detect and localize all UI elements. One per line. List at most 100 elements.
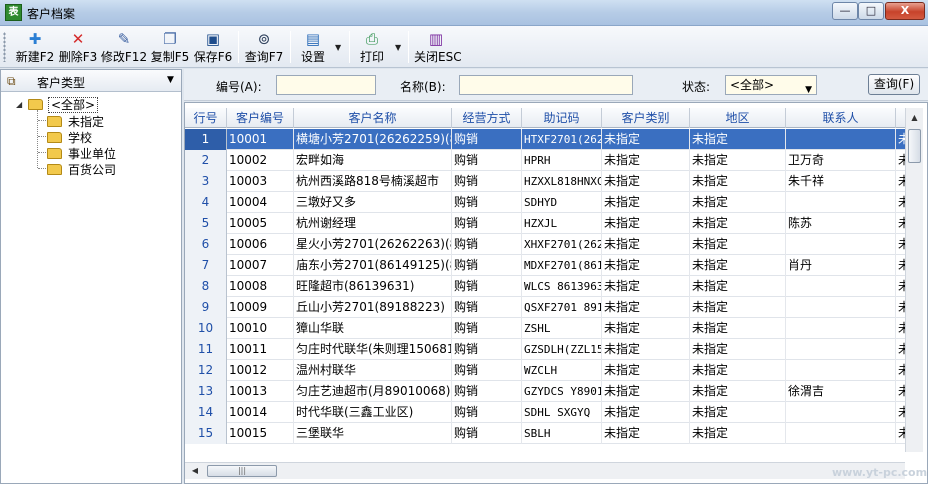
- table-row[interactable]: 8 10008 旺隆超市(86139631) 购销 WLCS 86139631 未指定 未指…: [185, 276, 908, 297]
- cell-business-mode: 购销: [452, 360, 522, 381]
- cell-row-number: 15: [185, 423, 227, 444]
- table-row[interactable]: 9 10009 丘山小芳2701(89188223) 购销 QSXF2701 8918 未…: [185, 297, 908, 318]
- close-button-label: 关闭ESC: [414, 50, 462, 64]
- tree-node-all[interactable]: <全部>: [28, 96, 99, 113]
- close-button[interactable]: ▥ 关闭ESC: [414, 29, 462, 65]
- cell-customer-code: 10003: [227, 171, 294, 192]
- cell-mnemonic-code: XHXF2701(2626: [522, 234, 602, 255]
- scroll-left-icon[interactable]: ◀: [187, 463, 203, 479]
- cell-customer-code: 10015: [227, 423, 294, 444]
- cell-business-mode: 购销: [452, 423, 522, 444]
- column-header-mnemonic-code[interactable]: 助记码: [522, 108, 602, 128]
- table-row[interactable]: 11 10011 匀庄时代联华(朱则理1506810 购销 GZSDLH(ZZL150 未…: [185, 339, 908, 360]
- table-row[interactable]: 1410014时代华联(三鑫工业区)购销SDHL SXGYQ未指定未指定未: [185, 402, 908, 423]
- cell-customer-name: 庙东小芳2701(86149125)(89: [294, 255, 452, 276]
- cell-row-number: 11: [185, 339, 227, 360]
- minimize-button[interactable]: —: [832, 2, 858, 20]
- cell-customer-category: 未指定: [602, 297, 690, 318]
- copy-button[interactable]: ❐ 复制F5: [149, 29, 191, 65]
- name-input[interactable]: [459, 75, 633, 95]
- edit-button[interactable]: ✎ 修改F12: [100, 29, 148, 65]
- column-header-region[interactable]: 地区: [690, 108, 786, 128]
- table-row[interactable]: 13 10013 匀庄艺迪超市(月89010068) 购销 GZYDCS Y89010 未…: [185, 381, 908, 402]
- tree-connector: [37, 110, 38, 168]
- app-icon: 表: [5, 4, 22, 21]
- settings-dropdown-arrow[interactable]: ▼: [335, 43, 341, 52]
- table-row[interactable]: 1510015三堡联华购销SBLH未指定未指定未: [185, 423, 908, 444]
- cell-business-mode: 购销: [452, 402, 522, 423]
- toolbar-grip[interactable]: [3, 32, 6, 62]
- tree-node-label: 学校: [68, 131, 93, 145]
- table-row[interactable]: 510005杭州谢经理购销HZXJL未指定未指定陈苏未: [185, 213, 908, 234]
- customer-type-panel: ⧉ 客户类型 ▼ ◢ <全部> 未指定 学校 事业单位 百货公司: [0, 69, 182, 484]
- folder-icon: [47, 164, 62, 175]
- cell-region: 未指定: [690, 276, 786, 297]
- save-button[interactable]: ▣ 保存F6: [192, 29, 234, 65]
- cell-region: 未指定: [690, 339, 786, 360]
- scroll-up-icon[interactable]: ▲: [906, 110, 923, 126]
- cell-customer-name: 匀庄艺迪超市(月89010068): [294, 381, 452, 402]
- category-icon: ⧉: [7, 74, 16, 88]
- cell-mnemonic-code: SDHL SXGYQ: [522, 402, 602, 423]
- customer-type-selector[interactable]: ⧉ 客户类型 ▼: [1, 70, 181, 92]
- cell-contact-person: [786, 402, 896, 423]
- print-button[interactable]: ⎙ 打印: [357, 29, 387, 65]
- status-select[interactable]: <全部> ▼: [725, 75, 817, 95]
- cell-contact-person: [786, 423, 896, 444]
- cell-contact-person: [786, 360, 896, 381]
- table-row[interactable]: 210002宏畔如海购销HPRH未指定未指定卫万奇未: [185, 150, 908, 171]
- status-label: 状态:: [682, 80, 711, 94]
- cell-customer-category: 未指定: [602, 150, 690, 171]
- cell-customer-code: 10008: [227, 276, 294, 297]
- cell-contact-person: [786, 129, 896, 150]
- column-header-customer-code[interactable]: 客户编号: [227, 108, 294, 128]
- settings-button[interactable]: ▤ 设置: [298, 29, 328, 65]
- table-row[interactable]: 3 10003 杭州西溪路818号楠溪超市 购销 HZXXL818HNXCS 未指定 未指定…: [185, 171, 908, 192]
- window-title: 客户档案: [27, 7, 76, 21]
- column-header-contact-person[interactable]: 联系人: [786, 108, 896, 128]
- tree-node-department-store[interactable]: 百货公司: [47, 161, 116, 177]
- table-row[interactable]: 1010010獐山华联购销ZSHL未指定未指定未: [185, 318, 908, 339]
- chevron-down-icon[interactable]: ▼: [167, 75, 174, 85]
- table-row[interactable]: 1 10001 横塘小芳2701(26262259)(89 购销 HTXF2701(26…: [185, 129, 908, 150]
- code-input[interactable]: [276, 75, 376, 95]
- cell-contact-person: 朱千祥: [786, 171, 896, 192]
- cell-region: 未指定: [690, 192, 786, 213]
- tree-node-school[interactable]: 学校: [47, 129, 92, 145]
- vertical-scroll-thumb[interactable]: [908, 129, 921, 163]
- maximize-button[interactable]: □: [858, 2, 884, 20]
- folder-icon: [47, 132, 62, 143]
- settings-button-label: 设置: [300, 50, 325, 64]
- cell-customer-name: 三墩好又多: [294, 192, 452, 213]
- cell-contact-person: 卫万奇: [786, 150, 896, 171]
- query-button[interactable]: ⊚ 查询F7: [243, 29, 285, 65]
- toolbar-separator: [408, 31, 409, 63]
- cell-row-number: 2: [185, 150, 227, 171]
- cell-customer-category: 未指定: [602, 360, 690, 381]
- column-header-row-number[interactable]: 行号: [185, 108, 227, 128]
- new-button[interactable]: ✚ 新建F2: [14, 29, 56, 65]
- horizontal-scrollbar[interactable]: ◀ |||: [185, 462, 905, 479]
- tree-connector: [38, 152, 46, 153]
- table-row[interactable]: 1210012温州村联华购销WZCLH未指定未指定未: [185, 360, 908, 381]
- column-header-customer-category[interactable]: 客户类别: [602, 108, 690, 128]
- column-header-business-mode[interactable]: 经营方式: [452, 108, 522, 128]
- vertical-scrollbar[interactable]: ▲: [905, 108, 923, 452]
- tree-collapse-icon[interactable]: ◢: [16, 100, 22, 109]
- query-submit-button[interactable]: 查询(F): [868, 74, 920, 95]
- print-dropdown-arrow[interactable]: ▼: [395, 43, 401, 52]
- cell-row-number: 9: [185, 297, 227, 318]
- cell-row-number: 4: [185, 192, 227, 213]
- tree-node-public-institution[interactable]: 事业单位: [47, 145, 116, 161]
- cell-customer-category: 未指定: [602, 171, 690, 192]
- tree-node-unassigned[interactable]: 未指定: [47, 113, 104, 129]
- table-row[interactable]: 6 10006 星火小芳2701(26262263)(89 购销 XHXF2701(26…: [185, 234, 908, 255]
- table-row[interactable]: 410004三墩好又多购销SDHYD未指定未指定未: [185, 192, 908, 213]
- cell-mnemonic-code: MDXF2701(8614: [522, 255, 602, 276]
- horizontal-scroll-thumb[interactable]: |||: [207, 465, 277, 477]
- delete-button[interactable]: ✕ 删除F3: [57, 29, 99, 65]
- table-row[interactable]: 7 10007 庙东小芳2701(86149125)(89 购销 MDXF2701(86…: [185, 255, 908, 276]
- cell-customer-category: 未指定: [602, 402, 690, 423]
- close-window-button[interactable]: X: [885, 2, 925, 20]
- column-header-customer-name[interactable]: 客户名称: [294, 108, 452, 128]
